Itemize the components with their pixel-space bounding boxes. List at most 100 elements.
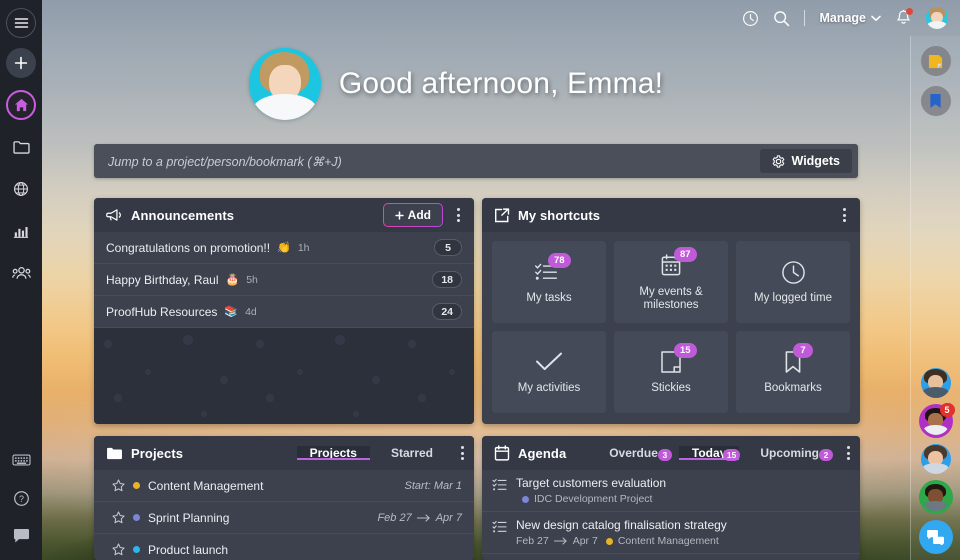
add-button-inner[interactable]: Add: [382, 203, 444, 227]
star-icon[interactable]: [112, 511, 125, 524]
list-item[interactable]: Congratulations on promotion!! 👏 1h 5: [94, 232, 474, 264]
task-list-icon: [492, 478, 507, 496]
project-date: Start: Mar 1: [404, 479, 462, 492]
header-divider: [804, 10, 806, 26]
tab-projects[interactable]: Projects: [296, 446, 371, 460]
shortcut-my-logged-time[interactable]: My logged time: [736, 241, 850, 323]
badge-count: 7: [793, 343, 813, 358]
projects-header: Projects Projects Starred: [94, 436, 474, 470]
chart-icon[interactable]: [6, 216, 36, 246]
project-color-dot: [522, 495, 529, 503]
list-item[interactable]: ProofHub Resources 📚 4d 24: [94, 296, 474, 328]
kebab-menu-icon[interactable]: [836, 204, 852, 226]
tab-upcoming[interactable]: Upcoming 2: [747, 446, 833, 461]
user-avatar-1[interactable]: [920, 368, 951, 398]
announcement-title: Congratulations on promotion!!: [106, 240, 271, 255]
panel-title: My shortcuts: [518, 207, 601, 223]
list-item[interactable]: Happy Birthday, Raul 🎂 5h 18: [94, 264, 474, 296]
keyboard-icon[interactable]: [6, 446, 36, 474]
tab-today[interactable]: Today 15: [678, 446, 741, 461]
tab-overdue[interactable]: Overdue 3: [596, 446, 672, 461]
plus-icon: [394, 210, 404, 220]
plus-icon[interactable]: [6, 48, 36, 78]
user-avatar-4[interactable]: [918, 480, 953, 514]
avatar[interactable]: [926, 7, 948, 29]
announcement-title: Happy Birthday, Raul: [106, 272, 219, 287]
bookmark-icon[interactable]: [920, 86, 951, 116]
agenda-title: Target customers evaluation: [516, 476, 667, 490]
calendar-icon: [494, 445, 510, 461]
tab-starred[interactable]: Starred: [378, 446, 446, 460]
shortcut-stickies[interactable]: 15 Stickies: [614, 331, 728, 413]
bell-icon[interactable]: [895, 8, 913, 27]
project-name: Content Management: [148, 478, 264, 493]
clock-icon[interactable]: [742, 10, 759, 27]
projects-panel: Projects Projects Starred Content Manage…: [94, 436, 474, 560]
manage-menu[interactable]: Manage: [819, 11, 881, 25]
menu-icon[interactable]: [6, 8, 36, 38]
avatar-image: [920, 368, 951, 398]
table-row[interactable]: Content Management Start: Mar 1: [94, 470, 474, 502]
tab-badge: 15: [722, 449, 741, 461]
search-icon[interactable]: [773, 10, 790, 27]
project-name: Sprint Planning: [148, 510, 230, 525]
kebab-menu-icon[interactable]: [840, 442, 856, 464]
chat-icon[interactable]: [6, 522, 36, 550]
widgets-button[interactable]: Widgets: [759, 149, 852, 173]
right-sidebar: 5: [910, 36, 960, 560]
shortcut-bookmarks[interactable]: 7 Bookmarks: [736, 331, 850, 413]
megaphone-icon: [106, 209, 121, 221]
announcement-emoji: 👏: [277, 242, 291, 254]
announcement-count: 24: [432, 303, 462, 320]
svg-text:?: ?: [19, 494, 24, 504]
app-root: ? Manage Good afternoon, Emma! Jump to a…: [0, 0, 960, 560]
avatar-image: [920, 444, 951, 474]
announcement-count: 18: [432, 271, 462, 288]
people-icon[interactable]: [6, 258, 36, 288]
badge-count: 78: [548, 253, 571, 268]
chevron-down-icon: [871, 15, 881, 21]
kebab-menu-icon[interactable]: [454, 442, 470, 464]
user-avatar-3[interactable]: [920, 444, 951, 474]
add-announcement-button[interactable]: Add: [382, 203, 444, 227]
shortcut-label: My tasks: [526, 292, 572, 304]
shortcuts-header: My shortcuts: [482, 198, 860, 232]
shortcut-my-tasks[interactable]: 78 My tasks: [492, 241, 606, 323]
agenda-panel: Agenda Overdue 3 Today 15 Upcoming 2 Tar…: [482, 436, 860, 560]
jump-bar[interactable]: Jump to a project/person/bookmark (⌘+J) …: [94, 144, 858, 178]
list-item[interactable]: New design catalog finalisation strategy…: [482, 512, 860, 554]
help-icon[interactable]: ?: [6, 484, 36, 512]
emma-avatar[interactable]: [248, 48, 321, 120]
table-row[interactable]: Sprint Planning Feb 27 Apr 7: [94, 502, 474, 534]
star-icon[interactable]: [112, 479, 125, 492]
star-icon[interactable]: [112, 543, 125, 556]
folder-icon: [107, 447, 122, 460]
shortcut-my-events[interactable]: 87 My events & milestones: [614, 241, 728, 323]
panel-title: Agenda: [518, 445, 567, 461]
folder-icon[interactable]: [6, 132, 36, 162]
agenda-title: New design catalog finalisation strategy: [516, 518, 727, 532]
tab-label: Today: [691, 446, 727, 460]
announcements-header: Announcements Add: [94, 198, 474, 232]
top-header: Manage: [42, 0, 960, 36]
panel-title: Projects: [131, 445, 184, 461]
user-avatar-2[interactable]: 5: [918, 403, 955, 438]
avatar-shirt: [921, 463, 950, 474]
announcement-time: 1h: [297, 241, 310, 254]
search-input[interactable]: Jump to a project/person/bookmark (⌘+J): [108, 154, 342, 169]
list-item[interactable]: Target customers evaluation IDC Developm…: [482, 470, 860, 512]
globe-icon[interactable]: [6, 174, 36, 204]
table-row[interactable]: Product launch: [94, 534, 474, 560]
sticky-note-icon[interactable]: [920, 46, 951, 76]
announcements-panel: Announcements Add Congratulations on pro…: [94, 198, 474, 424]
home-icon[interactable]: [6, 90, 36, 120]
shortcut-label: My logged time: [754, 292, 832, 304]
announcement-emoji: 📚: [224, 306, 239, 318]
clock-icon: [781, 259, 806, 285]
decorative-pattern: [94, 328, 474, 424]
shortcut-my-activities[interactable]: My activities: [492, 331, 606, 413]
widgets-label: Widgets: [791, 154, 841, 168]
agenda-item-content: New design catalog finalisation strategy…: [516, 518, 727, 547]
kebab-menu-icon[interactable]: [450, 204, 466, 226]
chat-bubbles-icon[interactable]: [918, 520, 953, 554]
